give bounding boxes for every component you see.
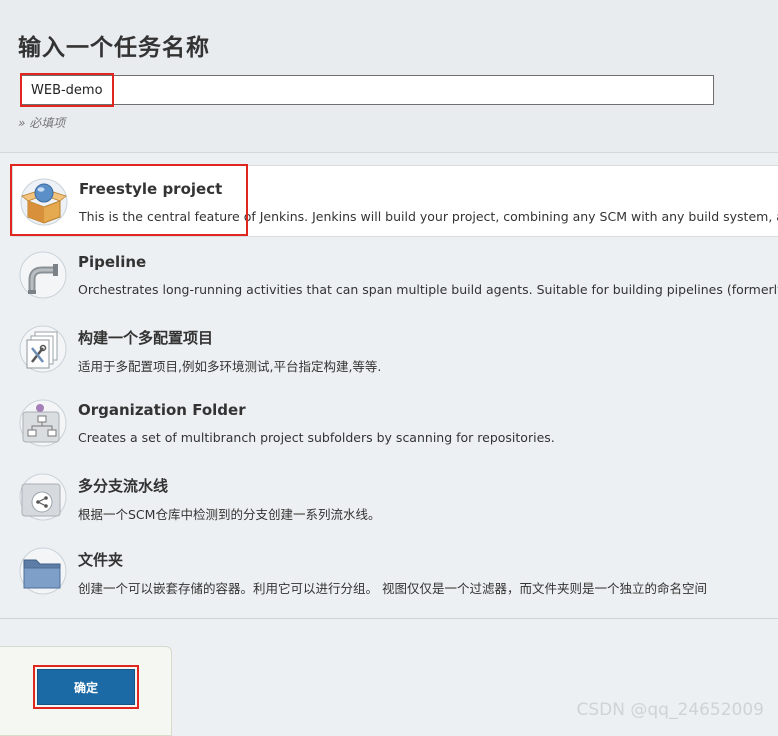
organization-folder-icon xyxy=(19,399,67,447)
item-name-section: 输入一个任务名称 » 必填项 xyxy=(0,0,778,152)
required-hint: » 必填项 xyxy=(18,116,66,130)
item-type-description: Orchestrates long-running activities tha… xyxy=(78,282,778,297)
item-type-description: This is the central feature of Jenkins. … xyxy=(79,209,778,224)
ok-button[interactable]: 确定 xyxy=(37,669,135,705)
item-type-organization-folder[interactable]: Organization Folder Creates a set of mul… xyxy=(12,387,778,459)
item-type-title: 构建一个多配置项目 xyxy=(78,329,214,347)
item-name-input[interactable] xyxy=(20,75,714,105)
item-type-pipeline[interactable]: Pipeline Orchestrates long-running activ… xyxy=(12,239,778,311)
item-type-title: 文件夹 xyxy=(78,551,124,569)
multi-config-icon xyxy=(19,325,67,373)
item-type-title: 多分支流水线 xyxy=(78,477,169,495)
item-type-multi-config[interactable]: 构建一个多配置项目 适用于多配置项目,例如多环境测试,平台指定构建,等等. xyxy=(12,313,778,385)
item-type-multibranch[interactable]: 多分支流水线 根据一个SCM仓库中检测到的分支创建一系列流水线。 xyxy=(12,461,778,533)
folder-icon xyxy=(19,547,67,595)
multibranch-folder-icon xyxy=(19,473,67,521)
item-type-description: 根据一个SCM仓库中检测到的分支创建一系列流水线。 xyxy=(78,507,381,522)
item-type-title: Pipeline xyxy=(78,253,147,271)
item-type-description: 适用于多配置项目,例如多环境测试,平台指定构建,等等. xyxy=(78,359,382,374)
watermark: CSDN @qq_24652009 xyxy=(576,700,764,720)
item-type-list: Freestyle project This is the central fe… xyxy=(0,152,778,619)
item-type-title: Freestyle project xyxy=(79,180,223,198)
page-title: 输入一个任务名称 xyxy=(18,35,210,61)
item-type-title: Organization Folder xyxy=(78,401,246,419)
freestyle-box-icon xyxy=(20,178,68,226)
pipeline-pipe-icon xyxy=(19,251,67,299)
item-type-folder[interactable]: 文件夹 创建一个可以嵌套存储的容器。利用它可以进行分组。 视图仅仅是一个过滤器，… xyxy=(12,535,778,607)
item-type-freestyle[interactable]: Freestyle project This is the central fe… xyxy=(12,165,778,237)
item-type-description: Creates a set of multibranch project sub… xyxy=(78,430,555,445)
item-type-description: 创建一个可以嵌套存储的容器。利用它可以进行分组。 视图仅仅是一个过滤器，而文件夹… xyxy=(78,581,707,596)
